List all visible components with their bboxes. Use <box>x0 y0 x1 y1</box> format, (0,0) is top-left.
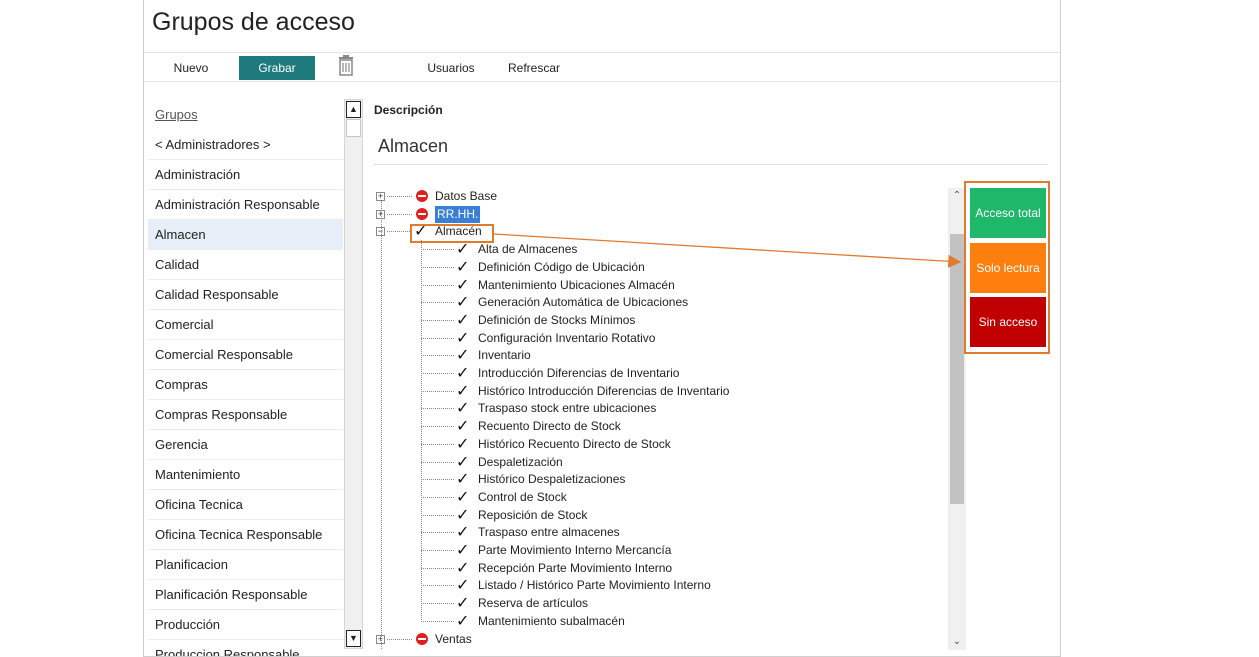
callout-arrow <box>493 233 962 268</box>
access-level-panel: Acceso total Solo lectura Sin acceso <box>964 181 1050 354</box>
full-access-button[interactable]: Acceso total <box>970 188 1046 238</box>
no-access-button[interactable]: Sin acceso <box>970 297 1046 347</box>
read-only-button[interactable]: Solo lectura <box>970 243 1046 293</box>
